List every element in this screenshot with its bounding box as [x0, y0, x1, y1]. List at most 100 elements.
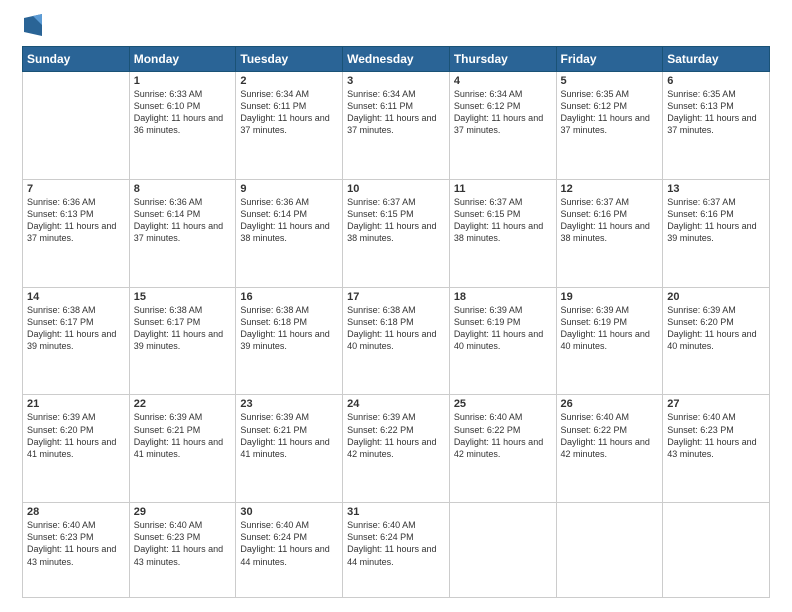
- day-header-friday: Friday: [556, 47, 663, 72]
- cell-info: Sunrise: 6:36 AMSunset: 6:14 PMDaylight:…: [134, 196, 232, 245]
- day-number: 2: [240, 75, 338, 87]
- calendar-cell: 24Sunrise: 6:39 AMSunset: 6:22 PMDayligh…: [343, 395, 450, 503]
- calendar-week-row: 21Sunrise: 6:39 AMSunset: 6:20 PMDayligh…: [23, 395, 770, 503]
- calendar-cell: 28Sunrise: 6:40 AMSunset: 6:23 PMDayligh…: [23, 503, 130, 598]
- calendar-cell: 7Sunrise: 6:36 AMSunset: 6:13 PMDaylight…: [23, 179, 130, 287]
- calendar-cell: 4Sunrise: 6:34 AMSunset: 6:12 PMDaylight…: [449, 72, 556, 180]
- day-header-saturday: Saturday: [663, 47, 770, 72]
- day-number: 10: [347, 183, 445, 195]
- cell-info: Sunrise: 6:33 AMSunset: 6:10 PMDaylight:…: [134, 88, 232, 137]
- cell-info: Sunrise: 6:38 AMSunset: 6:18 PMDaylight:…: [240, 304, 338, 353]
- calendar-cell: 3Sunrise: 6:34 AMSunset: 6:11 PMDaylight…: [343, 72, 450, 180]
- calendar-week-row: 1Sunrise: 6:33 AMSunset: 6:10 PMDaylight…: [23, 72, 770, 180]
- calendar-week-row: 28Sunrise: 6:40 AMSunset: 6:23 PMDayligh…: [23, 503, 770, 598]
- day-number: 1: [134, 75, 232, 87]
- cell-info: Sunrise: 6:36 AMSunset: 6:14 PMDaylight:…: [240, 196, 338, 245]
- calendar-cell: 18Sunrise: 6:39 AMSunset: 6:19 PMDayligh…: [449, 287, 556, 395]
- cell-info: Sunrise: 6:37 AMSunset: 6:16 PMDaylight:…: [667, 196, 765, 245]
- calendar-cell: 2Sunrise: 6:34 AMSunset: 6:11 PMDaylight…: [236, 72, 343, 180]
- calendar-cell: 30Sunrise: 6:40 AMSunset: 6:24 PMDayligh…: [236, 503, 343, 598]
- day-number: 31: [347, 506, 445, 518]
- day-number: 28: [27, 506, 125, 518]
- calendar-cell: 19Sunrise: 6:39 AMSunset: 6:19 PMDayligh…: [556, 287, 663, 395]
- calendar-cell: 29Sunrise: 6:40 AMSunset: 6:23 PMDayligh…: [129, 503, 236, 598]
- calendar-cell: 8Sunrise: 6:36 AMSunset: 6:14 PMDaylight…: [129, 179, 236, 287]
- cell-info: Sunrise: 6:40 AMSunset: 6:23 PMDaylight:…: [27, 519, 125, 568]
- calendar-cell: 13Sunrise: 6:37 AMSunset: 6:16 PMDayligh…: [663, 179, 770, 287]
- cell-info: Sunrise: 6:39 AMSunset: 6:19 PMDaylight:…: [561, 304, 659, 353]
- day-number: 23: [240, 398, 338, 410]
- calendar-week-row: 14Sunrise: 6:38 AMSunset: 6:17 PMDayligh…: [23, 287, 770, 395]
- logo: [22, 18, 42, 36]
- calendar-header-row: SundayMondayTuesdayWednesdayThursdayFrid…: [23, 47, 770, 72]
- day-number: 19: [561, 291, 659, 303]
- day-number: 25: [454, 398, 552, 410]
- calendar-cell: 21Sunrise: 6:39 AMSunset: 6:20 PMDayligh…: [23, 395, 130, 503]
- day-number: 17: [347, 291, 445, 303]
- day-number: 6: [667, 75, 765, 87]
- calendar-cell: 5Sunrise: 6:35 AMSunset: 6:12 PMDaylight…: [556, 72, 663, 180]
- day-number: 14: [27, 291, 125, 303]
- day-number: 29: [134, 506, 232, 518]
- header: [22, 18, 770, 36]
- day-number: 20: [667, 291, 765, 303]
- cell-info: Sunrise: 6:37 AMSunset: 6:15 PMDaylight:…: [454, 196, 552, 245]
- day-number: 18: [454, 291, 552, 303]
- cell-info: Sunrise: 6:40 AMSunset: 6:23 PMDaylight:…: [667, 411, 765, 460]
- calendar-cell: 1Sunrise: 6:33 AMSunset: 6:10 PMDaylight…: [129, 72, 236, 180]
- day-number: 16: [240, 291, 338, 303]
- calendar-cell: [449, 503, 556, 598]
- day-number: 26: [561, 398, 659, 410]
- cell-info: Sunrise: 6:37 AMSunset: 6:15 PMDaylight:…: [347, 196, 445, 245]
- calendar-cell: [663, 503, 770, 598]
- day-number: 5: [561, 75, 659, 87]
- day-number: 9: [240, 183, 338, 195]
- day-number: 12: [561, 183, 659, 195]
- calendar-cell: 11Sunrise: 6:37 AMSunset: 6:15 PMDayligh…: [449, 179, 556, 287]
- calendar-cell: 26Sunrise: 6:40 AMSunset: 6:22 PMDayligh…: [556, 395, 663, 503]
- calendar-cell: 10Sunrise: 6:37 AMSunset: 6:15 PMDayligh…: [343, 179, 450, 287]
- cell-info: Sunrise: 6:40 AMSunset: 6:24 PMDaylight:…: [347, 519, 445, 568]
- cell-info: Sunrise: 6:39 AMSunset: 6:20 PMDaylight:…: [27, 411, 125, 460]
- calendar-table: SundayMondayTuesdayWednesdayThursdayFrid…: [22, 46, 770, 598]
- cell-info: Sunrise: 6:35 AMSunset: 6:12 PMDaylight:…: [561, 88, 659, 137]
- calendar-cell: [556, 503, 663, 598]
- day-number: 11: [454, 183, 552, 195]
- cell-info: Sunrise: 6:38 AMSunset: 6:17 PMDaylight:…: [27, 304, 125, 353]
- calendar-cell: 22Sunrise: 6:39 AMSunset: 6:21 PMDayligh…: [129, 395, 236, 503]
- page: SundayMondayTuesdayWednesdayThursdayFrid…: [0, 0, 792, 612]
- cell-info: Sunrise: 6:36 AMSunset: 6:13 PMDaylight:…: [27, 196, 125, 245]
- day-header-tuesday: Tuesday: [236, 47, 343, 72]
- cell-info: Sunrise: 6:40 AMSunset: 6:24 PMDaylight:…: [240, 519, 338, 568]
- cell-info: Sunrise: 6:34 AMSunset: 6:12 PMDaylight:…: [454, 88, 552, 137]
- day-header-thursday: Thursday: [449, 47, 556, 72]
- day-number: 8: [134, 183, 232, 195]
- cell-info: Sunrise: 6:34 AMSunset: 6:11 PMDaylight:…: [240, 88, 338, 137]
- day-number: 30: [240, 506, 338, 518]
- day-header-monday: Monday: [129, 47, 236, 72]
- day-number: 24: [347, 398, 445, 410]
- cell-info: Sunrise: 6:37 AMSunset: 6:16 PMDaylight:…: [561, 196, 659, 245]
- cell-info: Sunrise: 6:40 AMSunset: 6:23 PMDaylight:…: [134, 519, 232, 568]
- day-number: 21: [27, 398, 125, 410]
- calendar-cell: 20Sunrise: 6:39 AMSunset: 6:20 PMDayligh…: [663, 287, 770, 395]
- calendar-cell: 25Sunrise: 6:40 AMSunset: 6:22 PMDayligh…: [449, 395, 556, 503]
- calendar-cell: 6Sunrise: 6:35 AMSunset: 6:13 PMDaylight…: [663, 72, 770, 180]
- cell-info: Sunrise: 6:34 AMSunset: 6:11 PMDaylight:…: [347, 88, 445, 137]
- calendar-cell: 31Sunrise: 6:40 AMSunset: 6:24 PMDayligh…: [343, 503, 450, 598]
- day-number: 3: [347, 75, 445, 87]
- cell-info: Sunrise: 6:39 AMSunset: 6:19 PMDaylight:…: [454, 304, 552, 353]
- cell-info: Sunrise: 6:40 AMSunset: 6:22 PMDaylight:…: [454, 411, 552, 460]
- cell-info: Sunrise: 6:39 AMSunset: 6:20 PMDaylight:…: [667, 304, 765, 353]
- calendar-cell: [23, 72, 130, 180]
- day-header-sunday: Sunday: [23, 47, 130, 72]
- cell-info: Sunrise: 6:40 AMSunset: 6:22 PMDaylight:…: [561, 411, 659, 460]
- day-number: 4: [454, 75, 552, 87]
- calendar-cell: 12Sunrise: 6:37 AMSunset: 6:16 PMDayligh…: [556, 179, 663, 287]
- calendar-cell: 27Sunrise: 6:40 AMSunset: 6:23 PMDayligh…: [663, 395, 770, 503]
- day-header-wednesday: Wednesday: [343, 47, 450, 72]
- calendar-week-row: 7Sunrise: 6:36 AMSunset: 6:13 PMDaylight…: [23, 179, 770, 287]
- day-number: 13: [667, 183, 765, 195]
- cell-info: Sunrise: 6:38 AMSunset: 6:18 PMDaylight:…: [347, 304, 445, 353]
- cell-info: Sunrise: 6:39 AMSunset: 6:21 PMDaylight:…: [134, 411, 232, 460]
